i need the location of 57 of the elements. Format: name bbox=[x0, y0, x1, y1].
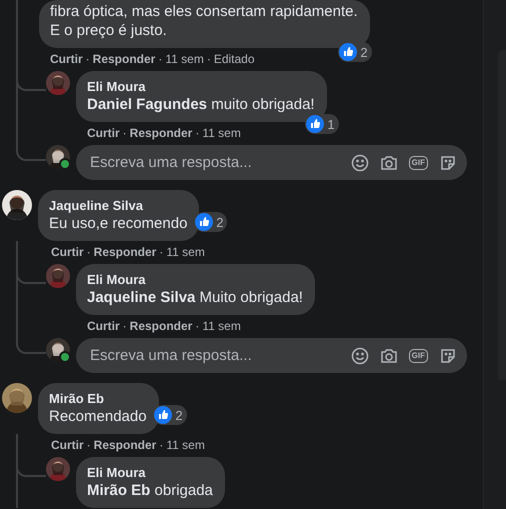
comment-text: Eu uso,e recomendo bbox=[49, 214, 188, 233]
separator-dot: · bbox=[122, 125, 127, 141]
author-name[interactable]: Eli Moura bbox=[87, 78, 315, 95]
timestamp[interactable]: 11 sem bbox=[202, 318, 241, 334]
reply-input-field[interactable]: Escreva uma resposta... GIF bbox=[76, 338, 467, 373]
comment-text: Recomendado bbox=[49, 407, 147, 426]
thumbs-up-icon bbox=[195, 213, 214, 231]
like-link[interactable]: Curtir bbox=[87, 318, 120, 334]
sticker-icon[interactable] bbox=[439, 346, 457, 364]
gif-button[interactable]: GIF bbox=[408, 348, 428, 362]
separator-dot: · bbox=[122, 318, 127, 334]
reaction-count[interactable]: 2 bbox=[153, 405, 187, 425]
separator-dot: · bbox=[158, 51, 162, 67]
author-name[interactable]: Jaqueline Silva bbox=[49, 197, 188, 214]
reaction-count[interactable]: 1 bbox=[305, 114, 339, 134]
thumbs-up-icon bbox=[154, 406, 172, 424]
timestamp[interactable]: 11 sem bbox=[166, 244, 205, 260]
like-link[interactable]: Curtir bbox=[87, 125, 120, 141]
like-link[interactable]: Curtir bbox=[51, 244, 84, 260]
emoji-icon[interactable] bbox=[350, 346, 369, 364]
reply-link[interactable]: Responder bbox=[130, 318, 192, 334]
comment-text: fibra óptica, mas eles consertam rapidamente. bbox=[50, 2, 358, 21]
like-link[interactable]: Curtir bbox=[50, 51, 83, 67]
thumbs-up-icon bbox=[339, 43, 358, 61]
reply-text: Daniel Fagundes muito obrigada! bbox=[87, 95, 315, 114]
timestamp[interactable]: 11 sem bbox=[166, 437, 205, 453]
reply-link[interactable]: Responder bbox=[92, 51, 156, 67]
author-name[interactable]: Eli Moura bbox=[87, 271, 303, 288]
thumbs-up-icon bbox=[306, 115, 324, 133]
reaction-count[interactable]: 2 bbox=[194, 212, 228, 232]
reply-link[interactable]: Responder bbox=[130, 125, 192, 141]
separator-dot: · bbox=[159, 437, 164, 453]
author-name[interactable]: Mirão Eb bbox=[49, 390, 147, 407]
separator-dot: · bbox=[86, 244, 91, 260]
camera-icon[interactable] bbox=[380, 154, 398, 172]
camera-icon[interactable] bbox=[380, 346, 398, 364]
separator-dot: · bbox=[86, 51, 90, 67]
reply-text: Jaqueline Silva Muito obrigada! bbox=[87, 288, 303, 307]
separator-dot: · bbox=[206, 51, 211, 67]
reply-input-field[interactable]: Escreva uma resposta... GIF bbox=[76, 145, 467, 180]
author-name[interactable]: Eli Moura bbox=[87, 464, 213, 481]
emoji-icon[interactable] bbox=[350, 154, 369, 172]
reply-link[interactable]: Responder bbox=[94, 244, 156, 260]
gif-button[interactable]: GIF bbox=[408, 156, 428, 170]
separator-dot: · bbox=[195, 318, 200, 334]
like-link[interactable]: Curtir bbox=[51, 437, 84, 453]
comment-text: E o preço é justo. bbox=[50, 21, 168, 40]
reply-link[interactable]: Responder bbox=[94, 437, 156, 453]
reply-text: Mirão Eb obrigada bbox=[87, 481, 213, 500]
sticker-icon[interactable] bbox=[439, 154, 457, 172]
separator-dot: · bbox=[159, 244, 164, 260]
timestamp[interactable]: 11 sem bbox=[202, 125, 241, 141]
separator-dot: · bbox=[195, 125, 200, 141]
reaction-count[interactable]: 2 bbox=[338, 42, 372, 62]
edited-label: Editado bbox=[214, 51, 255, 67]
timestamp[interactable]: 11 sem bbox=[165, 51, 204, 67]
separator-dot: · bbox=[86, 437, 91, 453]
